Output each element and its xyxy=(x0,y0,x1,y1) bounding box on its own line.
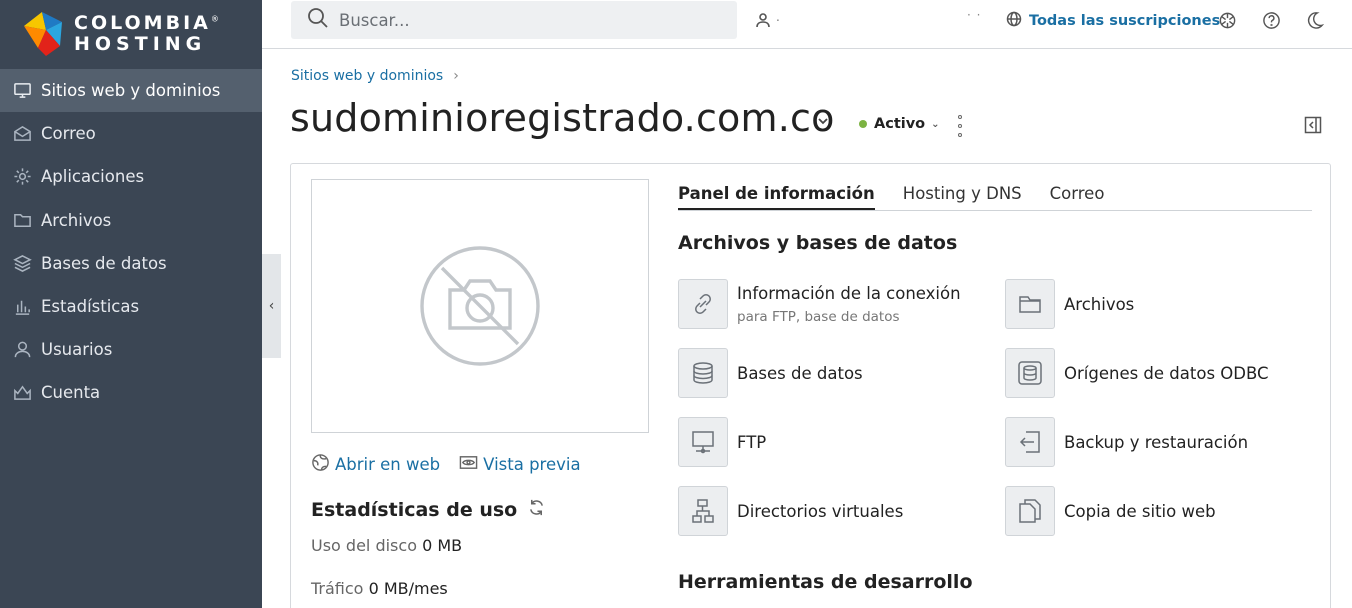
open-in-web-label: Abrir en web xyxy=(335,455,441,474)
user-icon xyxy=(12,340,32,360)
bar-chart-icon xyxy=(12,297,32,317)
usage-stats-title: Estadísticas de uso xyxy=(311,498,546,522)
search-box[interactable] xyxy=(291,1,737,39)
extensions-icon[interactable] xyxy=(1217,10,1237,30)
help-icon[interactable] xyxy=(1261,10,1281,30)
chevron-down-icon[interactable] xyxy=(816,114,830,128)
connection-icon xyxy=(678,279,728,329)
tool-connection-info[interactable]: Información de la conexión para FTP, base… xyxy=(678,279,961,329)
tab-bar: Panel de información Hosting y DNS Corre… xyxy=(678,184,1312,211)
tool-odbc[interactable]: Orígenes de datos ODBC xyxy=(1005,348,1269,398)
subscriptions-label: Todas las suscripciones xyxy=(1029,13,1221,29)
sidebar-collapse-button[interactable]: ‹ xyxy=(262,254,281,358)
tab-mail[interactable]: Correo xyxy=(1050,184,1105,210)
sidebar-item-databases[interactable]: Bases de datos xyxy=(0,242,262,285)
traffic-usage: Tráfico 0 MB/mes xyxy=(311,579,448,598)
tab-dashboard[interactable]: Panel de información xyxy=(678,184,875,210)
panel-toggle-icon[interactable] xyxy=(1304,116,1322,134)
sidebar-item-statistics[interactable]: Estadísticas xyxy=(0,285,262,328)
folder-icon xyxy=(1005,279,1055,329)
chevron-left-icon: ‹ xyxy=(268,298,275,314)
database-icon xyxy=(678,348,728,398)
mail-icon xyxy=(12,124,32,144)
sidebar-item-label: Usuarios xyxy=(41,340,113,360)
sidebar-item-label: Cuenta xyxy=(41,383,101,403)
tab-hosting-dns[interactable]: Hosting y DNS xyxy=(903,184,1022,210)
sidebar-item-label: Archivos xyxy=(41,210,112,230)
copy-icon xyxy=(1005,486,1055,536)
no-camera-icon xyxy=(420,246,540,366)
backup-icon xyxy=(1005,417,1055,467)
database-layers-icon xyxy=(12,253,32,273)
sidebar-item-files[interactable]: Archivos xyxy=(0,199,262,242)
sidebar: COLOMBIA® HOSTING Sitios web y dominios … xyxy=(0,0,262,608)
status-dot xyxy=(859,120,867,128)
folder-icon xyxy=(12,210,32,230)
disk-usage-value: 0 MB xyxy=(422,536,463,555)
refresh-icon[interactable] xyxy=(517,498,546,522)
status-badge[interactable]: Activo ⌄ xyxy=(859,116,940,132)
sidebar-nav: Sitios web y dominios Correo Aplicacione… xyxy=(0,69,262,415)
disk-usage: Uso del disco 0 MB xyxy=(311,536,463,555)
sidebar-item-users[interactable]: Usuarios xyxy=(0,328,262,371)
status-label: Activo xyxy=(874,116,926,132)
sidebar-item-label: Correo xyxy=(41,124,96,144)
tool-virtual-directories[interactable]: Directorios virtuales xyxy=(678,486,903,536)
breadcrumb-link[interactable]: Sitios web y dominios xyxy=(291,68,443,84)
gear-icon xyxy=(12,167,32,187)
section-title-files-db: Archivos y bases de datos xyxy=(678,232,958,254)
section-title-dev-tools: Herramientas de desarrollo xyxy=(678,571,973,593)
domain-card: Abrir en web Vista previa Estadísticas d… xyxy=(290,163,1331,608)
sidebar-item-label: Aplicaciones xyxy=(41,167,145,187)
sidebar-item-account[interactable]: Cuenta xyxy=(0,371,262,414)
site-preview xyxy=(311,179,649,433)
breadcrumb: Sitios web y dominios › xyxy=(291,68,459,84)
dark-mode-icon[interactable] xyxy=(1304,10,1324,30)
eye-icon xyxy=(459,453,483,476)
logo-mark-icon xyxy=(16,8,68,60)
odbc-icon xyxy=(1005,348,1055,398)
user-icon[interactable] xyxy=(755,12,773,30)
search-icon xyxy=(307,7,329,33)
globe-icon xyxy=(1006,11,1029,31)
sidebar-item-label: Bases de datos xyxy=(41,253,167,273)
subscriptions-selector[interactable]: Todas las suscripciones xyxy=(1006,11,1220,31)
tool-backup-restore[interactable]: Backup y restauración xyxy=(1005,417,1248,467)
tool-files[interactable]: Archivos xyxy=(1005,279,1134,329)
preview-link[interactable]: Vista previa xyxy=(459,453,581,476)
brand-logo[interactable]: COLOMBIA® HOSTING xyxy=(0,0,262,68)
tool-ftp[interactable]: FTP xyxy=(678,417,766,467)
tool-databases[interactable]: Bases de datos xyxy=(678,348,863,398)
globe-icon xyxy=(311,453,335,476)
preview-links: Abrir en web Vista previa xyxy=(311,453,600,476)
account-icon xyxy=(12,383,32,403)
brand-name: COLOMBIA® HOSTING xyxy=(74,12,222,55)
user-name[interactable]: . xyxy=(776,10,780,24)
ftp-icon xyxy=(678,417,728,467)
top-bar: . · · Todas las suscripciones xyxy=(262,0,1352,49)
preview-label: Vista previa xyxy=(483,455,581,474)
chevron-down-icon: ⌄ xyxy=(931,118,940,130)
more-options-icon[interactable] xyxy=(954,115,966,137)
virtual-directories-icon xyxy=(678,486,728,536)
search-input[interactable] xyxy=(339,10,719,30)
extra-dots: · · xyxy=(967,8,982,22)
sidebar-item-label: Estadísticas xyxy=(41,297,140,317)
sidebar-item-applications[interactable]: Aplicaciones xyxy=(0,155,262,198)
sidebar-item-websites-domains[interactable]: Sitios web y dominios xyxy=(0,69,262,113)
page-title: sudominioregistrado.com.co xyxy=(290,96,835,140)
monitor-icon xyxy=(12,81,32,101)
traffic-value: 0 MB/mes xyxy=(368,579,448,598)
sidebar-item-label: Sitios web y dominios xyxy=(41,81,221,101)
chevron-right-icon: › xyxy=(453,68,459,84)
tool-website-copy[interactable]: Copia de sitio web xyxy=(1005,486,1216,536)
sidebar-item-mail[interactable]: Correo xyxy=(0,112,262,155)
open-in-web-link[interactable]: Abrir en web xyxy=(311,453,440,476)
